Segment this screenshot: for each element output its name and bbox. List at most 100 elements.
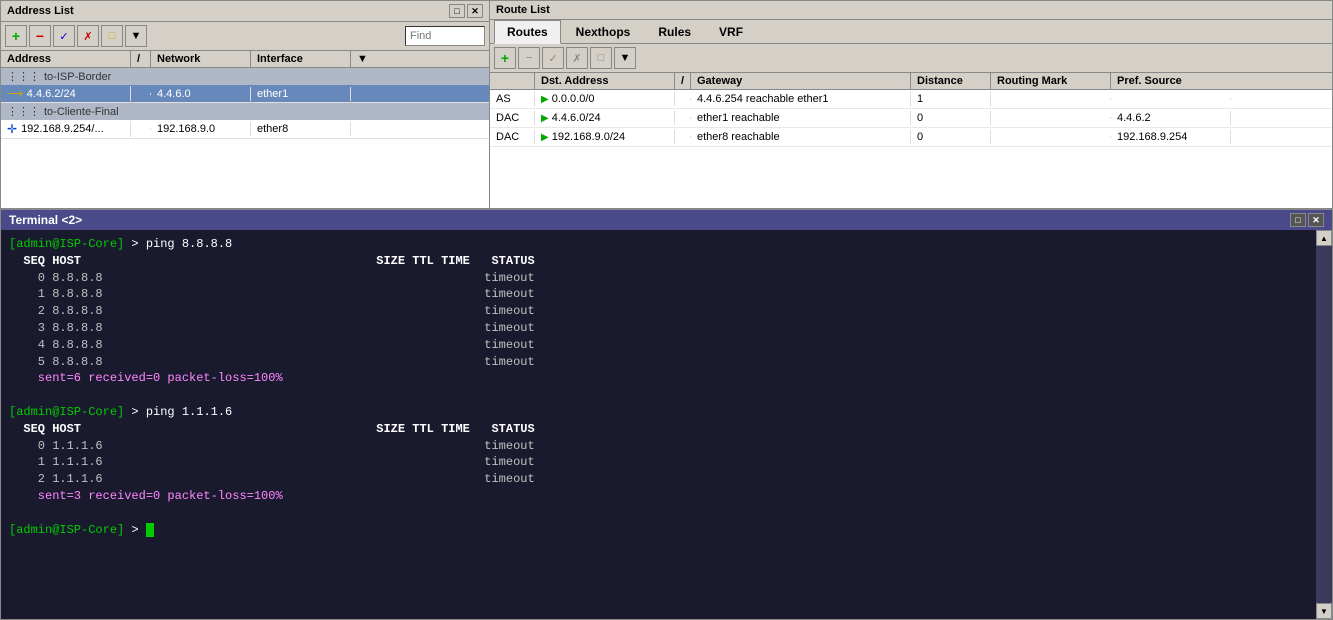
route-tabs-bar: Routes Nexthops Rules VRF: [490, 20, 1332, 44]
terminal-panel: Terminal <2> □ ✕ [admin@ISP-Core] > ping…: [0, 210, 1333, 620]
terminal-close-btn[interactable]: ✕: [1308, 213, 1324, 227]
route-mark-1: [991, 117, 1111, 119]
terminal-line-0: [admin@ISP-Core] > ping 8.8.8.8: [9, 236, 1308, 253]
address-table-body: ⋮⋮⋮ to-ISP-Border ⟶ 4.4.6.2/24 4.4.6.0 e…: [1, 68, 489, 208]
address-list-panel: Address List □ ✕ + − ✓ ✗ □ ▼ Address / N…: [0, 0, 490, 209]
route-arrow-2: ▶: [541, 132, 549, 143]
col-network[interactable]: Network: [151, 51, 251, 67]
route-col-mark[interactable]: Routing Mark: [991, 73, 1111, 89]
slash-cell-1: [131, 128, 151, 130]
route-x-button[interactable]: ✗: [566, 47, 588, 69]
find-input[interactable]: [405, 26, 485, 46]
tab-routes[interactable]: Routes: [494, 20, 561, 44]
terminal-ping1-summary: sent=6 received=0 packet-loss=100%: [9, 370, 1308, 387]
filter-button[interactable]: ▼: [125, 25, 147, 47]
terminal-scrollbar: ▲ ▼: [1316, 230, 1332, 619]
route-col-pref[interactable]: Pref. Source: [1111, 73, 1231, 89]
terminal-titlebar: Terminal <2> □ ✕: [1, 210, 1332, 230]
route-gw-2: ether8 reachable: [691, 130, 911, 144]
route-col-gateway[interactable]: Gateway: [691, 73, 911, 89]
group-cliente-final-label: to-Cliente-Final: [44, 106, 119, 118]
route-col-dst[interactable]: Dst. Address: [535, 73, 675, 89]
terminal-cursor: [146, 523, 154, 537]
col-slash[interactable]: /: [131, 51, 151, 67]
terminal-line-header-2: SEQ HOST SIZE TTL TIME STATUS: [9, 421, 1308, 438]
x-icon: ✗: [83, 30, 92, 43]
col-filter-arrow[interactable]: ▼: [351, 51, 375, 67]
terminal-blank-2: [9, 505, 1308, 522]
route-col-slash[interactable]: /: [675, 73, 691, 89]
route-gw-0: 4.4.6.254 reachable ether1: [691, 92, 911, 106]
route-pref-0: [1111, 98, 1231, 100]
tab-vrf[interactable]: VRF: [706, 20, 756, 43]
route-type-2: DAC: [490, 130, 535, 144]
terminal-blank-1: [9, 387, 1308, 404]
addr-icon-0: ⟶: [7, 87, 23, 100]
route-dst-1: ▶ 4.4.6.0/24: [535, 111, 675, 125]
address-toolbar: + − ✓ ✗ □ ▼: [1, 22, 489, 51]
remove-button[interactable]: −: [29, 25, 51, 47]
route-table-body: AS ▶ 0.0.0.0/0 4.4.6.254 reachable ether…: [490, 90, 1332, 208]
route-add-icon: +: [501, 50, 509, 66]
terminal-ping1-row4: 4 8.8.8.8 timeout: [9, 337, 1308, 354]
route-dist-0: 1: [911, 92, 991, 106]
group-isp-border: ⋮⋮⋮ to-ISP-Border: [1, 68, 489, 85]
route-copy-button[interactable]: □: [590, 47, 612, 69]
route-check-icon: ✓: [548, 52, 557, 65]
copy-icon: □: [109, 30, 116, 42]
route-col-distance[interactable]: Distance: [911, 73, 991, 89]
terminal-ping1-row3: 3 8.8.8.8 timeout: [9, 320, 1308, 337]
route-check-button[interactable]: ✓: [542, 47, 564, 69]
x-button[interactable]: ✗: [77, 25, 99, 47]
route-type-0: AS: [490, 92, 535, 106]
scroll-down-btn[interactable]: ▼: [1316, 603, 1332, 619]
route-col-type[interactable]: [490, 73, 535, 89]
terminal-body[interactable]: [admin@ISP-Core] > ping 8.8.8.8 SEQ HOST…: [1, 230, 1316, 619]
interface-cell-0: ether1: [251, 87, 351, 101]
col-interface[interactable]: Interface: [251, 51, 351, 67]
address-row-0[interactable]: ⟶ 4.4.6.2/24 4.4.6.0 ether1: [1, 85, 489, 103]
add-button[interactable]: +: [5, 25, 27, 47]
route-mark-2: [991, 136, 1111, 138]
address-cell-0: ⟶ 4.4.6.2/24: [1, 86, 131, 101]
route-filter-button[interactable]: ▼: [614, 47, 636, 69]
route-dst-2: ▶ 192.168.9.0/24: [535, 130, 675, 144]
terminal-ping2-summary: sent=3 received=0 packet-loss=100%: [9, 488, 1308, 505]
terminal-restore-btn[interactable]: □: [1290, 213, 1306, 227]
tab-rules[interactable]: Rules: [645, 20, 704, 43]
route-row-2[interactable]: DAC ▶ 192.168.9.0/24 ether8 reachable 0 …: [490, 128, 1332, 147]
route-list-panel: Route List Routes Nexthops Rules VRF + −…: [490, 0, 1333, 209]
address-row-1[interactable]: ✛ 192.168.9.254/... 192.168.9.0 ether8: [1, 120, 489, 139]
route-row-0[interactable]: AS ▶ 0.0.0.0/0 4.4.6.254 reachable ether…: [490, 90, 1332, 109]
remove-icon: −: [36, 28, 44, 44]
route-table-header: Dst. Address / Gateway Distance Routing …: [490, 73, 1332, 90]
col-address[interactable]: Address: [1, 51, 131, 67]
check-icon: ✓: [59, 30, 68, 43]
terminal-prompt-ready: [admin@ISP-Core] >: [9, 522, 1308, 539]
terminal-line-header-1: SEQ HOST SIZE TTL TIME STATUS: [9, 253, 1308, 270]
route-gw-1: ether1 reachable: [691, 111, 911, 125]
interface-cell-1: ether8: [251, 122, 351, 136]
close-btn[interactable]: ✕: [467, 4, 483, 18]
route-add-button[interactable]: +: [494, 47, 516, 69]
route-list-titlebar: Route List: [490, 1, 1332, 20]
terminal-titlebar-buttons: □ ✕: [1290, 213, 1324, 227]
terminal-ping2-row1: 1 1.1.1.6 timeout: [9, 454, 1308, 471]
tab-nexthops[interactable]: Nexthops: [563, 20, 644, 43]
filter-icon: ▼: [131, 30, 142, 42]
check-button[interactable]: ✓: [53, 25, 75, 47]
route-dist-1: 0: [911, 111, 991, 125]
restore-btn[interactable]: □: [449, 4, 465, 18]
route-type-1: DAC: [490, 111, 535, 125]
route-list-title: Route List: [496, 4, 550, 16]
scroll-up-btn[interactable]: ▲: [1316, 230, 1332, 246]
route-remove-button[interactable]: −: [518, 47, 540, 69]
copy-button[interactable]: □: [101, 25, 123, 47]
route-pref-2: 192.168.9.254: [1111, 130, 1231, 144]
route-dist-2: 0: [911, 130, 991, 144]
address-cell-1: ✛ 192.168.9.254/...: [1, 121, 131, 137]
route-arrow-1: ▶: [541, 113, 549, 124]
route-row-1[interactable]: DAC ▶ 4.4.6.0/24 ether1 reachable 0 4.4.…: [490, 109, 1332, 128]
addr-icon-1: ✛: [7, 122, 17, 136]
terminal-line-prompt2: [admin@ISP-Core] > ping 1.1.1.6: [9, 404, 1308, 421]
